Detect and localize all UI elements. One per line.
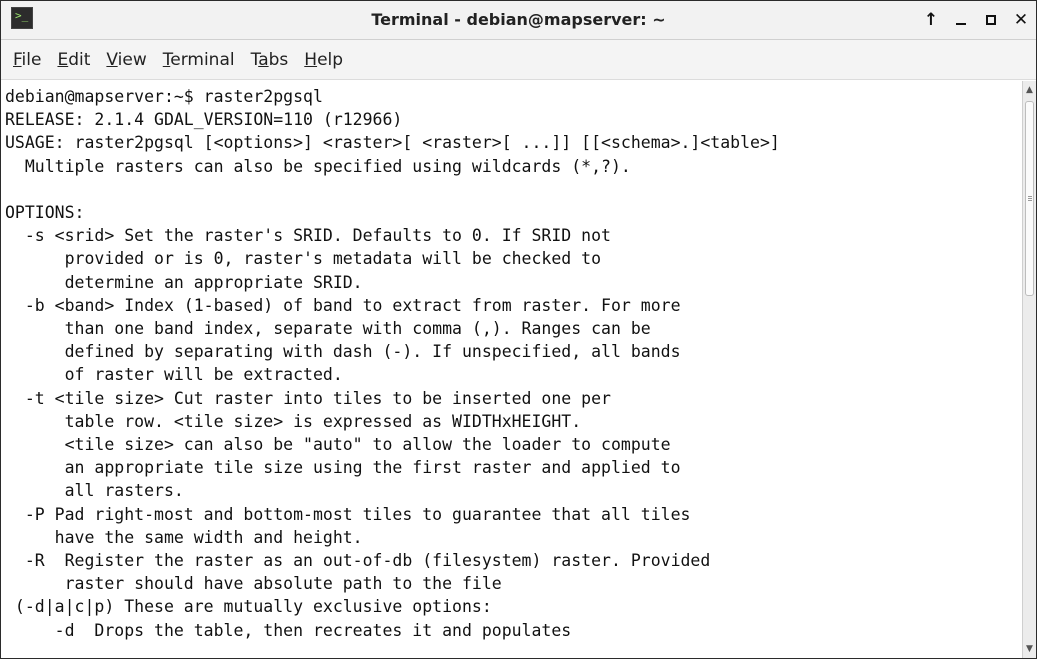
terminal-line: determine an appropriate SRID. — [5, 272, 363, 292]
terminal-line: debian@mapserver:~$ raster2pgsql — [5, 87, 323, 106]
terminal-line: USAGE: raster2pgsql [<options>] <raster>… — [5, 133, 780, 153]
terminal-text[interactable]: debian@mapserver:~$ raster2pgsql RELEASE:… — [1, 81, 1022, 642]
terminal-line: -R Register the raster as an out-of-db (… — [5, 551, 711, 571]
terminal-line: defined by separating with dash (-). If … — [5, 342, 681, 362]
terminal-line: -d Drops the table, then recreates it an… — [5, 620, 572, 640]
terminal-line: -P Pad right-most and bottom-most tiles … — [5, 504, 691, 524]
menu-help[interactable]: Help — [296, 40, 351, 80]
terminal-line: -b <band> Index (1-based) of band to ext… — [5, 295, 681, 315]
terminal-line: have the same width and height. — [5, 527, 363, 547]
menu-tabs[interactable]: Tabs — [243, 40, 297, 80]
terminal-line: OPTIONS: — [5, 203, 85, 223]
terminal-line: -t <tile size> Cut raster into tiles to … — [5, 388, 611, 408]
terminal-line: raster should have absolute path to the … — [5, 574, 502, 594]
terminal-line: Multiple rasters can also be specified u… — [5, 156, 631, 176]
terminal-window: >_ Terminal - debian@mapserver: ~ ↑ ✕ Fi… — [0, 0, 1037, 659]
terminal-line: (-d|a|c|p) These are mutually exclusive … — [5, 597, 492, 617]
terminal-line: than one band index, separate with comma… — [5, 319, 651, 339]
minimize-icon[interactable] — [950, 9, 972, 31]
menu-terminal[interactable]: Terminal — [155, 40, 243, 80]
terminal-line: RELEASE: 2.1.4 GDAL_VERSION=110 (r12966) — [5, 110, 403, 130]
close-icon[interactable]: ✕ — [1010, 9, 1032, 31]
up-arrow-icon[interactable]: ↑ — [920, 9, 942, 31]
title-bar[interactable]: >_ Terminal - debian@mapserver: ~ ↑ ✕ — [1, 1, 1036, 40]
menu-edit[interactable]: Edit — [49, 40, 98, 80]
menu-file[interactable]: File — [5, 40, 49, 80]
window-controls: ↑ ✕ — [920, 1, 1032, 39]
terminal-output[interactable]: debian@mapserver:~$ raster2pgsql RELEASE:… — [1, 81, 1022, 658]
terminal-line: <tile size> can also be "auto" to allow … — [5, 435, 671, 455]
terminal-line: an appropriate tile size using the first… — [5, 458, 681, 478]
terminal-line: all rasters. — [5, 481, 184, 501]
maximize-icon[interactable] — [980, 9, 1002, 31]
window-title: Terminal - debian@mapserver: ~ — [371, 10, 666, 29]
vertical-scrollbar[interactable]: ▲ ▼ — [1022, 81, 1036, 658]
menu-bar: File Edit View Terminal Tabs Help — [1, 40, 1036, 80]
terminal-line: table row. <tile size> is expressed as W… — [5, 411, 582, 431]
scrollbar-thumb[interactable] — [1025, 101, 1034, 296]
scroll-up-arrow-icon[interactable]: ▲ — [1023, 83, 1036, 97]
terminal-line: provided or is 0, raster's metadata will… — [5, 249, 602, 269]
terminal-line: of raster will be extracted. — [5, 365, 343, 385]
menu-view[interactable]: View — [98, 40, 154, 80]
scroll-down-arrow-icon[interactable]: ▼ — [1023, 642, 1036, 656]
terminal-line: -s <srid> Set the raster's SRID. Default… — [5, 226, 611, 246]
